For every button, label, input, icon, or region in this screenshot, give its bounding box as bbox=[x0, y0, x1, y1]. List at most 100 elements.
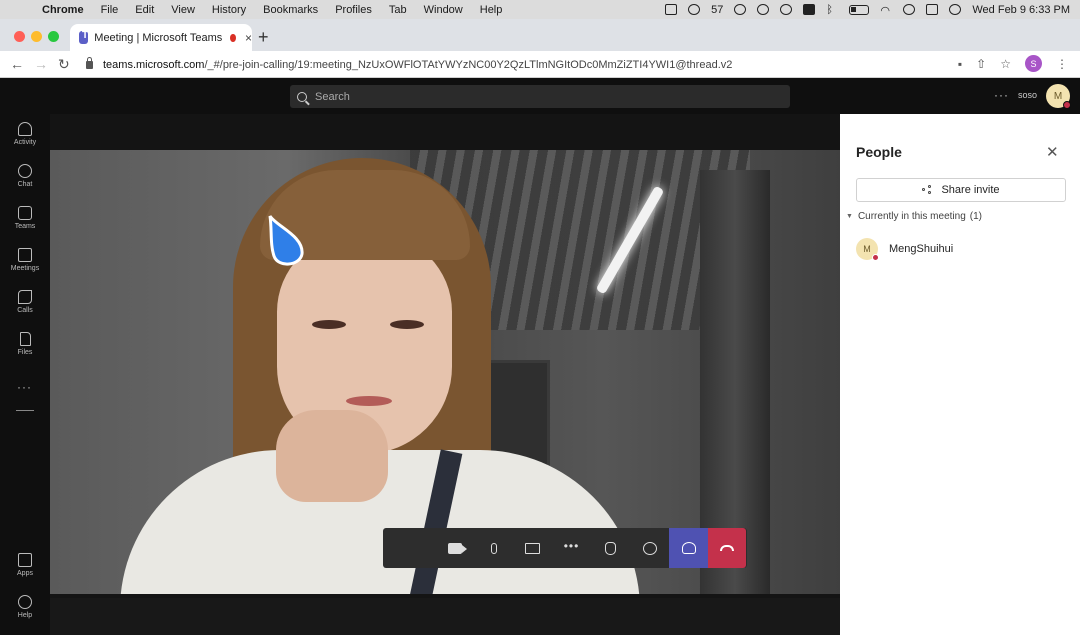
close-panel-button[interactable]: ✕ bbox=[1046, 143, 1059, 161]
input-source-icon[interactable] bbox=[803, 4, 816, 15]
people-panel-title: People bbox=[856, 144, 902, 160]
control-center-icon[interactable] bbox=[926, 4, 939, 15]
rail-divider bbox=[16, 410, 34, 411]
rail-item-apps[interactable]: Apps bbox=[0, 553, 50, 577]
rail-item-activity[interactable]: Activity bbox=[0, 122, 50, 146]
apps-icon bbox=[18, 553, 32, 567]
url-field[interactable]: teams.microsoft.com /_#/pre-join-calling… bbox=[80, 54, 960, 75]
browser-menu-icon[interactable]: ⋮ bbox=[1056, 57, 1068, 71]
header-avatar-initial: M bbox=[1053, 90, 1063, 102]
menubar-status-area: 57 ᛒ ◠ Wed Feb 9 6:33 PM bbox=[665, 0, 1070, 19]
lock-icon[interactable] bbox=[86, 56, 93, 69]
window-zoom-button[interactable] bbox=[48, 31, 59, 42]
menu-history[interactable]: History bbox=[212, 4, 246, 16]
macos-menu-bar: Chrome File Edit View History Bookmarks … bbox=[0, 0, 1080, 19]
mic-toggle-button[interactable] bbox=[474, 528, 513, 568]
menu-file[interactable]: File bbox=[101, 4, 119, 16]
window-close-button[interactable] bbox=[14, 31, 25, 42]
wechat-count: 57 bbox=[711, 3, 724, 16]
new-tab-button[interactable]: + bbox=[258, 27, 269, 48]
wifi-icon[interactable]: ◠ bbox=[880, 4, 892, 17]
share-page-icon[interactable]: ⇧ bbox=[976, 57, 986, 71]
wps-icon[interactable] bbox=[665, 4, 678, 15]
menu-help[interactable]: Help bbox=[480, 4, 503, 16]
share-screen-button[interactable] bbox=[513, 528, 552, 568]
vpn-icon[interactable] bbox=[780, 4, 793, 15]
url-host: teams.microsoft.com bbox=[103, 58, 205, 71]
siri-icon[interactable] bbox=[949, 4, 962, 15]
search-placeholder: Search bbox=[315, 90, 350, 103]
menubar-clock[interactable]: Wed Feb 9 6:33 PM bbox=[972, 4, 1070, 16]
video-person-hand bbox=[276, 410, 388, 502]
menu-profiles[interactable]: Profiles bbox=[335, 4, 372, 16]
camera-toggle-button[interactable] bbox=[435, 528, 474, 568]
rail-item-teams[interactable]: Teams bbox=[0, 206, 50, 230]
camera-icon bbox=[447, 542, 467, 554]
phone-icon bbox=[18, 290, 32, 304]
people-panel: People ✕ Share invite ▼ Currently in thi… bbox=[840, 114, 1080, 635]
participant-row[interactable]: M MengShuihui bbox=[856, 238, 953, 261]
hang-up-button[interactable] bbox=[708, 528, 746, 568]
battery-icon[interactable] bbox=[849, 4, 870, 15]
wechat-icon[interactable] bbox=[688, 4, 701, 15]
menu-view[interactable]: View bbox=[171, 4, 195, 16]
in-meeting-section-header[interactable]: ▼ Currently in this meeting (1) bbox=[846, 211, 982, 222]
chat-icon bbox=[642, 541, 657, 555]
stage-bottom-bar bbox=[50, 598, 840, 635]
forward-arrow-icon[interactable]: → bbox=[34, 56, 48, 72]
raise-hand-button[interactable] bbox=[591, 528, 630, 568]
header-user-name[interactable]: soso bbox=[1018, 90, 1037, 100]
busy-status-icon bbox=[1063, 101, 1071, 109]
sweat-drop-sticker-icon bbox=[268, 215, 304, 266]
share-invite-button[interactable]: Share invite bbox=[856, 178, 1066, 202]
rail-more-button[interactable]: ··· bbox=[17, 380, 32, 394]
show-participants-button[interactable] bbox=[669, 528, 708, 568]
chat-icon bbox=[18, 164, 32, 178]
notification-icon[interactable] bbox=[734, 4, 747, 15]
menu-bookmarks[interactable]: Bookmarks bbox=[263, 4, 318, 16]
menu-window[interactable]: Window bbox=[424, 4, 463, 16]
participant-avatar: M bbox=[856, 238, 879, 261]
rail-label-files: Files bbox=[17, 349, 33, 356]
window-minimize-button[interactable] bbox=[31, 31, 42, 42]
teams-header: Search ··· soso M bbox=[0, 78, 1080, 114]
reload-icon[interactable]: ↻ bbox=[58, 56, 70, 73]
microphone-icon bbox=[490, 542, 497, 554]
more-actions-button[interactable]: ••• bbox=[552, 528, 591, 568]
meeting-control-bar: ••• bbox=[383, 528, 747, 568]
browser-tab-teams[interactable]: Meeting | Microsoft Teams × bbox=[70, 24, 252, 51]
header-more-button[interactable]: ··· bbox=[994, 88, 1009, 102]
more-icon: ••• bbox=[563, 539, 580, 553]
tab-close-button[interactable]: × bbox=[245, 31, 252, 45]
share-invite-label: Share invite bbox=[941, 184, 1000, 196]
menu-app-chrome[interactable]: Chrome bbox=[42, 4, 84, 16]
search-input[interactable]: Search bbox=[290, 85, 790, 108]
participant-video-feed: ••• bbox=[50, 150, 840, 594]
bluetooth-icon[interactable]: ᛒ bbox=[826, 4, 838, 16]
share-screen-icon bbox=[525, 542, 540, 554]
camera-permission-icon[interactable]: ▪ bbox=[958, 57, 962, 71]
menu-tab[interactable]: Tab bbox=[389, 4, 407, 16]
header-avatar[interactable]: M bbox=[1046, 84, 1071, 109]
browser-profile-avatar[interactable]: S bbox=[1025, 55, 1042, 72]
bell-icon bbox=[18, 122, 32, 136]
calendar-icon bbox=[18, 248, 32, 262]
menu-edit[interactable]: Edit bbox=[135, 4, 154, 16]
rail-item-help[interactable]: Help bbox=[0, 595, 50, 619]
rail-item-files[interactable]: Files bbox=[0, 332, 50, 356]
browser-tab-bar: Meeting | Microsoft Teams × + bbox=[0, 19, 1080, 51]
rail-label-activity: Activity bbox=[13, 139, 37, 146]
app-rail: Activity Chat Teams Meetings Calls Files… bbox=[0, 114, 50, 635]
back-arrow-icon[interactable]: ← bbox=[10, 56, 24, 72]
rail-item-chat[interactable]: Chat bbox=[0, 164, 50, 188]
show-chat-button[interactable] bbox=[630, 528, 669, 568]
teams-icon bbox=[18, 206, 32, 220]
spotlight-icon[interactable] bbox=[903, 4, 916, 15]
teams-favicon-icon bbox=[79, 30, 88, 44]
rail-label-apps: Apps bbox=[17, 570, 33, 577]
rail-item-calls[interactable]: Calls bbox=[0, 290, 50, 314]
meeting-stage: ••• bbox=[50, 114, 840, 635]
rail-item-meetings[interactable]: Meetings bbox=[0, 248, 50, 272]
search-helper-icon[interactable] bbox=[757, 4, 770, 15]
bookmark-star-icon[interactable]: ☆ bbox=[1000, 57, 1011, 71]
